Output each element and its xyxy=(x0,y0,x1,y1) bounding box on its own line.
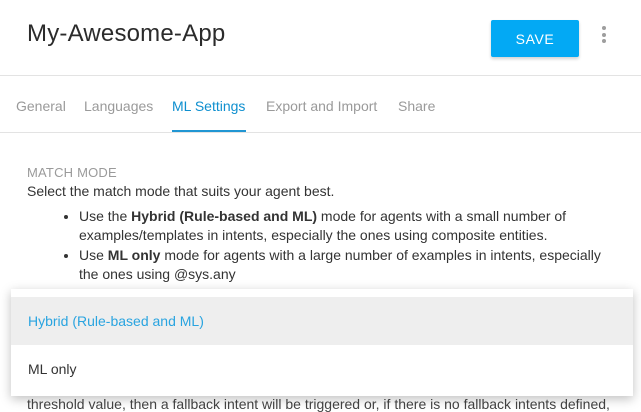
tip-text: Use xyxy=(79,247,108,263)
tab-ml-settings[interactable]: ML Settings xyxy=(172,98,245,114)
more-vert-icon[interactable] xyxy=(597,26,611,46)
app-title: My-Awesome-App xyxy=(27,20,226,47)
section-title: MATCH MODE xyxy=(27,165,117,180)
tab-general[interactable]: General xyxy=(16,98,66,114)
save-button[interactable]: SAVE xyxy=(491,20,579,57)
match-mode-tips: Use the Hybrid (Rule-based and ML) mode … xyxy=(27,207,617,284)
match-mode-dropdown: Hybrid (Rule-based and ML) ML only xyxy=(11,289,633,396)
app-header: My-Awesome-App SAVE xyxy=(0,0,641,76)
threshold-description: threshold value, then a fallback intent … xyxy=(27,396,610,412)
tip-text: Use the xyxy=(79,208,132,224)
tab-share[interactable]: Share xyxy=(398,98,435,114)
tip-bold: ML only xyxy=(107,247,161,263)
tip-hybrid: Use the Hybrid (Rule-based and ML) mode … xyxy=(79,207,617,245)
option-label: ML only xyxy=(28,361,77,377)
active-tab-indicator xyxy=(172,130,246,132)
tab-languages[interactable]: Languages xyxy=(84,98,153,114)
tip-bold: Hybrid (Rule-based and ML) xyxy=(131,208,318,224)
settings-tabs: General Languages ML Settings Export and… xyxy=(0,77,641,133)
tab-export-import[interactable]: Export and Import xyxy=(266,98,377,114)
option-hybrid[interactable]: Hybrid (Rule-based and ML) xyxy=(11,297,633,345)
match-mode-section: MATCH MODE Select the match mode that su… xyxy=(27,165,617,285)
tip-ml-only: Use ML only mode for agents with a large… xyxy=(79,246,617,284)
option-ml-only[interactable]: ML only xyxy=(11,345,633,393)
option-label: Hybrid (Rule-based and ML) xyxy=(28,313,204,329)
section-description: Select the match mode that suits your ag… xyxy=(27,183,335,199)
